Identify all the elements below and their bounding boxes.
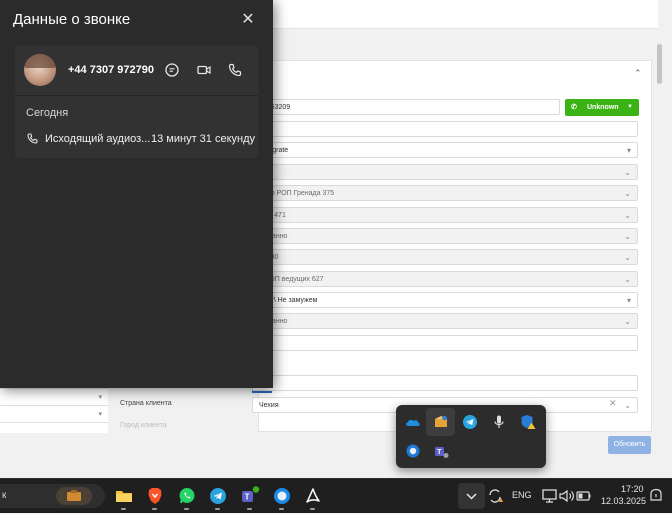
security-warning-icon[interactable] [519, 413, 537, 431]
select-field: ыбранно ⌄ [252, 228, 638, 244]
taskbar: к T ENG 17:20 12.03.2025 [0, 478, 672, 513]
chevron-down-icon: ⌄ [624, 401, 631, 410]
chevron-down-icon: ⌄ [624, 253, 631, 262]
empty-field[interactable] [252, 335, 638, 351]
file-explorer-icon[interactable] [114, 486, 134, 506]
history-day-label: Сегодня [26, 107, 69, 119]
running-indicator [310, 508, 315, 510]
onedrive-icon[interactable] [404, 413, 422, 431]
running-indicator [152, 508, 157, 510]
update-button[interactable]: Обновить [608, 436, 651, 454]
select-field: M 180⌄ [252, 249, 638, 265]
phone-call-icon[interactable] [227, 62, 243, 78]
chevron-down-icon: ⌄ [624, 275, 631, 284]
teams-icon[interactable]: T [240, 486, 260, 506]
left-select[interactable]: ▾ [0, 406, 108, 423]
running-indicator [184, 508, 189, 510]
chevron-down-icon: ▾ [98, 411, 102, 418]
video-call-icon[interactable] [196, 62, 212, 78]
collapse-chevron-icon[interactable]: ⌃ [634, 68, 642, 79]
country-value: Чехия [259, 402, 279, 409]
brave-browser-icon[interactable] [145, 486, 165, 506]
teams-icon[interactable]: T [432, 442, 450, 460]
search-text: к [2, 490, 7, 501]
empty-field[interactable] [252, 375, 638, 391]
contact-card: +44 7307 972790 [15, 45, 258, 96]
avatar[interactable] [24, 54, 56, 86]
tray-overflow-flyout: T [396, 405, 546, 468]
contact-phone-number: +44 7307 972790 [68, 64, 154, 76]
app-top-bar [272, 0, 658, 29]
select-field: н РОП ведущих 627 ⌄ [252, 271, 638, 287]
running-indicator [247, 508, 252, 510]
chevron-down-icon [466, 493, 477, 500]
select-field: 997⌄ [252, 164, 638, 180]
clock-date[interactable]: 12.03.2025 [601, 496, 646, 506]
popup-title: Данные о звонке [13, 11, 131, 28]
chevron-down-icon: ▾ [626, 296, 631, 305]
select-field: i BC 471⌄ [252, 207, 638, 223]
taskbar-search[interactable]: к [0, 484, 105, 508]
message-icon[interactable] [164, 62, 180, 78]
pdf-reader-icon[interactable] [303, 486, 323, 506]
running-indicator [121, 508, 126, 510]
country-label: Страна клиента [120, 400, 172, 407]
select-field[interactable]: енат\ Не замужем ▾ [252, 292, 638, 308]
clock-time[interactable]: 17:20 [621, 484, 644, 494]
svg-text:T: T [245, 493, 250, 502]
phone-field[interactable]: 33453209 [252, 99, 560, 115]
call-details-popup: Данные о звонке ✕ +44 7307 972790 Сегодн… [0, 0, 273, 388]
input-language[interactable]: ENG [512, 490, 532, 500]
battery-icon[interactable] [574, 486, 594, 506]
telegram-icon[interactable] [461, 413, 479, 431]
chevron-down-icon: ⌄ [624, 317, 631, 326]
call-history: Сегодня Исходящий аудиоз... 13 минут 31 … [15, 96, 258, 158]
unknown-button-label: Unknown [587, 104, 619, 111]
search-highlight-image [56, 487, 92, 505]
running-indicator [279, 508, 284, 510]
svg-text:T: T [437, 449, 442, 456]
phone-icon [27, 133, 38, 144]
telegram-icon[interactable] [208, 486, 228, 506]
chevron-down-icon: ⌄ [624, 168, 631, 177]
left-select[interactable]: ▾ [0, 389, 108, 406]
chevron-down-icon: ▾ [98, 394, 102, 401]
select-field: ыбранно ⌄ [252, 313, 638, 329]
running-indicator [215, 508, 220, 510]
show-hidden-icons-button[interactable] [458, 483, 485, 509]
chevron-down-icon: ⌄ [624, 189, 631, 198]
call-type[interactable]: Исходящий аудиоз... [45, 133, 150, 145]
chevron-down-icon: ⌄ [624, 232, 631, 241]
whatsapp-icon[interactable] [177, 486, 197, 506]
browser-sync-icon[interactable] [404, 442, 422, 460]
left-form-panel: ▾ ▾ [0, 388, 108, 433]
call-duration: 13 минут 31 секунду [151, 133, 256, 145]
notification-icon[interactable] [646, 486, 666, 506]
city-label: Город клиента [120, 422, 167, 429]
scrollbar[interactable] [657, 44, 662, 84]
chevron-down-icon: ▾ [626, 146, 631, 155]
empty-field[interactable] [252, 121, 638, 137]
phone-icon: ✆ [571, 104, 577, 111]
chevron-down-icon: ⌄ [624, 211, 631, 220]
unknown-call-button[interactable]: ✆ Unknown ▼ [565, 99, 639, 116]
select-field[interactable]: mmigrate ▾ [252, 142, 638, 158]
close-icon[interactable]: ✕ [240, 12, 256, 28]
microphone-icon[interactable] [490, 413, 508, 431]
clear-icon[interactable]: ✕ [609, 398, 617, 409]
caret-down-icon: ▼ [627, 104, 633, 110]
package-icon[interactable] [432, 412, 450, 430]
sync-warning-icon[interactable] [485, 486, 505, 506]
messenger-call-icon[interactable] [272, 486, 292, 506]
select-field: андр РОП Гренада 375 ⌄ [252, 185, 638, 201]
